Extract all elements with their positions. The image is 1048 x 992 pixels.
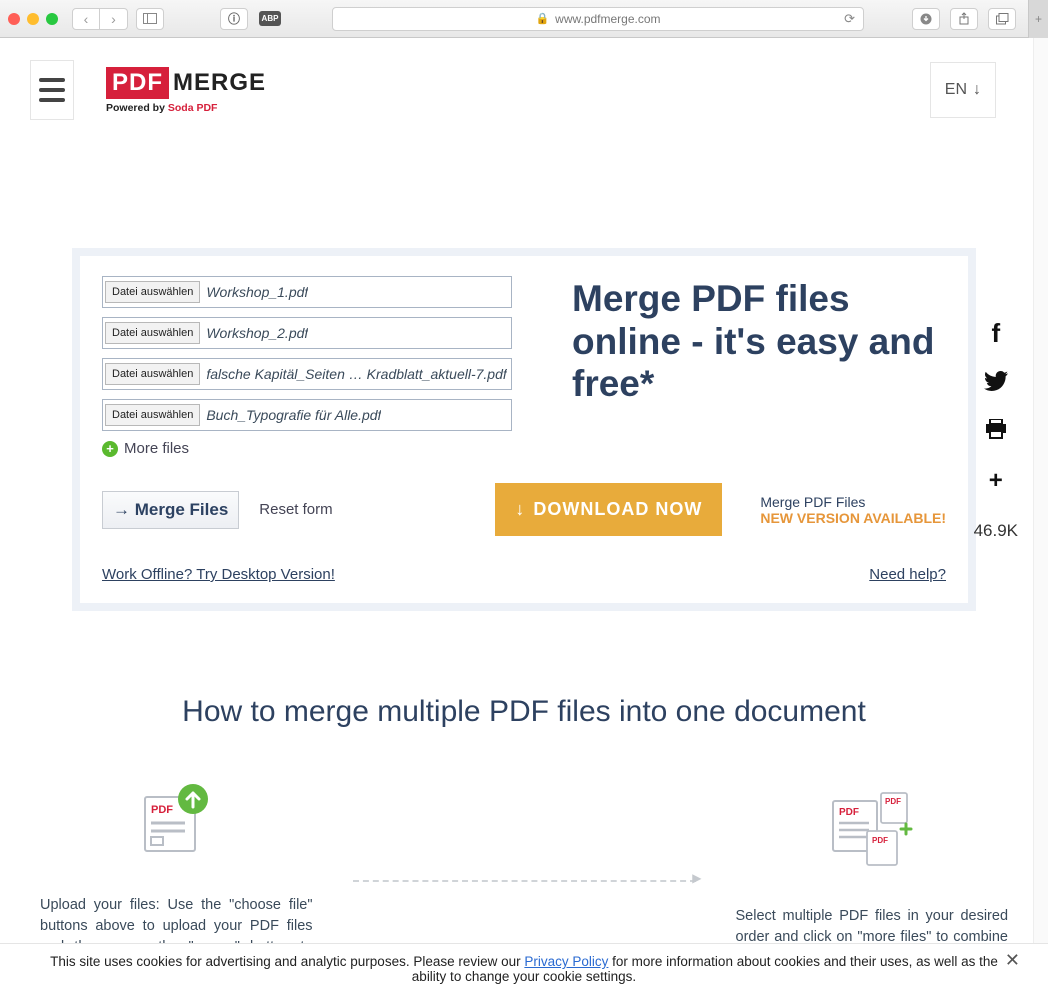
more-share-icon[interactable]: + xyxy=(989,467,1003,495)
file-name-label: Workshop_1.pdf xyxy=(206,284,308,300)
step-divider-arrow xyxy=(353,880,696,882)
arrow-right-icon: → xyxy=(113,500,135,519)
need-help-link[interactable]: Need help? xyxy=(869,566,946,583)
close-window-button[interactable] xyxy=(8,13,20,25)
lock-icon: 🔒 xyxy=(535,12,549,25)
browser-toolbar: ‹ › ⓘ ABP 🔒 www.pdfmerge.com ⟳ + xyxy=(0,0,1048,38)
merge-card: Datei auswählen Workshop_1.pdf Datei aus… xyxy=(72,248,976,611)
url-text: www.pdfmerge.com xyxy=(555,12,660,26)
merge-files-button[interactable]: → Merge Files xyxy=(102,491,239,529)
share-count: 46.9K xyxy=(974,521,1018,541)
how-to-section: How to merge multiple PDF files into one… xyxy=(0,695,1048,979)
sidebar-toggle-button[interactable] xyxy=(136,8,164,30)
share-rail: f + 46.9K xyxy=(974,318,1018,541)
site-header: PDF MERGE Powered by Soda PDF EN ↓ xyxy=(0,50,1048,130)
twitter-icon[interactable] xyxy=(984,371,1008,397)
file-input-1: Datei auswählen Workshop_1.pdf xyxy=(102,276,512,308)
chevron-down-icon: ↓ xyxy=(973,81,981,99)
tabs-button[interactable] xyxy=(988,8,1016,30)
how-to-title: How to merge multiple PDF files into one… xyxy=(0,695,1048,729)
file-input-3: Datei auswählen falsche Kapitäl_Seiten …… xyxy=(102,358,512,390)
file-name-label: Workshop_2.pdf xyxy=(206,325,308,341)
plus-icon: + xyxy=(102,441,118,457)
choose-file-button[interactable]: Datei auswählen xyxy=(105,281,200,303)
file-name-label: Buch_Typografie für Alle.pdf xyxy=(206,407,381,423)
download-side-text: Merge PDF Files NEW VERSION AVAILABLE! xyxy=(760,494,946,526)
more-files-link[interactable]: + More files xyxy=(102,440,512,457)
svg-text:PDF: PDF xyxy=(872,836,888,845)
forward-button[interactable]: › xyxy=(100,8,128,30)
download-label: DOWNLOAD NOW xyxy=(533,499,702,520)
more-files-label: More files xyxy=(124,440,189,457)
download-side-line2: NEW VERSION AVAILABLE! xyxy=(760,510,946,526)
back-button[interactable]: ‹ xyxy=(72,8,100,30)
download-side-line1: Merge PDF Files xyxy=(760,494,946,510)
svg-text:PDF: PDF xyxy=(885,797,901,806)
menu-button[interactable] xyxy=(30,60,74,120)
combine-pdf-icon: PDF PDF PDF xyxy=(696,790,1048,870)
cookie-notice: This site uses cookies for advertising a… xyxy=(0,943,1048,992)
cookie-text-pre: This site uses cookies for advertising a… xyxy=(50,954,524,969)
download-now-button[interactable]: ↓ DOWNLOAD NOW xyxy=(495,483,722,536)
headline: Merge PDF files online - it's easy and f… xyxy=(572,278,946,406)
choose-file-button[interactable]: Datei auswählen xyxy=(105,363,200,385)
print-icon[interactable] xyxy=(985,419,1007,445)
svg-text:PDF: PDF xyxy=(151,804,173,816)
svg-text:PDF: PDF xyxy=(839,807,859,818)
window-controls xyxy=(8,13,58,25)
file-input-4: Datei auswählen Buch_Typografie für Alle… xyxy=(102,399,512,431)
language-label: EN xyxy=(945,81,967,99)
logo-subtitle: Powered by Soda PDF xyxy=(106,102,266,114)
merge-label: Merge Files xyxy=(135,500,229,519)
nav-back-forward: ‹ › xyxy=(72,8,128,30)
reader-button[interactable]: ⓘ xyxy=(220,8,248,30)
new-tab-button[interactable]: + xyxy=(1028,0,1048,38)
address-bar[interactable]: 🔒 www.pdfmerge.com ⟳ xyxy=(332,7,864,31)
file-input-2: Datei auswählen Workshop_2.pdf xyxy=(102,317,512,349)
minimize-window-button[interactable] xyxy=(27,13,39,25)
upload-pdf-icon: PDF xyxy=(0,779,353,859)
downloads-button[interactable] xyxy=(912,8,940,30)
how-to-step-2: PDF PDF PDF Select multiple PDF files in… xyxy=(696,790,1048,969)
download-arrow-icon: ↓ xyxy=(515,499,525,520)
adblock-button[interactable]: ABP xyxy=(256,8,284,30)
close-cookie-button[interactable]: ✕ xyxy=(1005,950,1020,971)
privacy-policy-link[interactable]: Privacy Policy xyxy=(524,954,608,969)
facebook-icon[interactable]: f xyxy=(991,318,1000,349)
share-button[interactable] xyxy=(950,8,978,30)
zoom-window-button[interactable] xyxy=(46,13,58,25)
file-inputs-column: Datei auswählen Workshop_1.pdf Datei aus… xyxy=(102,276,512,457)
choose-file-button[interactable]: Datei auswählen xyxy=(105,322,200,344)
logo-merge-text: MERGE xyxy=(173,69,266,97)
work-offline-link[interactable]: Work Offline? Try Desktop Version! xyxy=(102,566,335,583)
logo-pdf-text: PDF xyxy=(106,67,169,99)
reload-icon[interactable]: ⟳ xyxy=(844,11,855,27)
reset-form-link[interactable]: Reset form xyxy=(259,501,332,518)
language-selector[interactable]: EN ↓ xyxy=(930,62,996,118)
file-name-label: falsche Kapitäl_Seiten … Kradblatt_aktue… xyxy=(206,366,506,382)
site-logo[interactable]: PDF MERGE Powered by Soda PDF xyxy=(106,67,266,114)
choose-file-button[interactable]: Datei auswählen xyxy=(105,404,200,426)
